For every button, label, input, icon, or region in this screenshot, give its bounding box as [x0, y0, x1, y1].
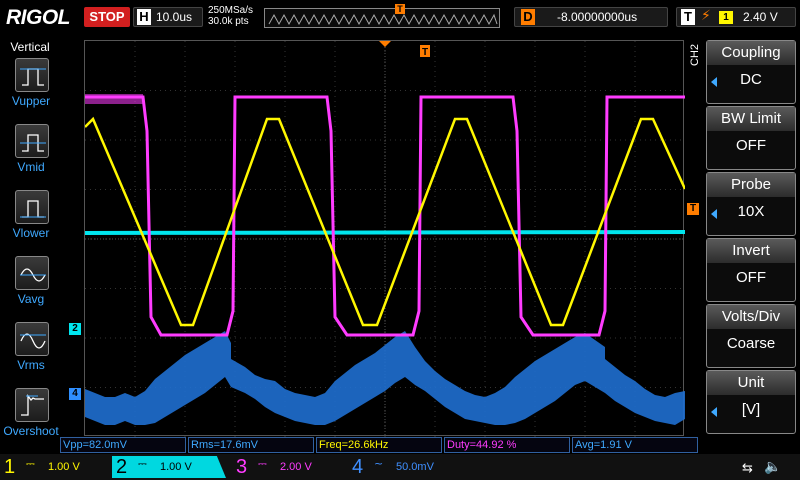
channel-number: 1 — [4, 456, 16, 478]
ch2-trace — [85, 230, 685, 235]
vavg-icon — [15, 256, 49, 290]
channel-4-tab[interactable]: 4 ~ 50.0mV — [348, 456, 458, 478]
ch4-offset-marker[interactable]: 4 — [69, 388, 81, 400]
vlower-icon — [15, 190, 49, 224]
measurement-vpp[interactable]: Vpp=82.0mV — [60, 437, 186, 453]
menu-unit[interactable]: Unit [V] — [706, 370, 796, 434]
trigger-setting[interactable]: T ⚡ 1 2.40 V — [676, 7, 796, 27]
menu-volts-div-title: Volts/Div — [707, 305, 795, 329]
menu-invert-title: Invert — [707, 239, 795, 263]
usb-icon: ⇆ — [742, 461, 753, 476]
speaker-muted-icon[interactable]: 🔈 — [764, 459, 781, 475]
menu-item-label: Vlower — [12, 226, 50, 240]
run-stop-indicator[interactable]: STOP — [84, 7, 130, 27]
menu-item-vupper[interactable]: Vupper — [4, 58, 58, 122]
menu-probe[interactable]: Probe 10X — [706, 172, 796, 236]
menu-item-overshoot[interactable]: Overshoot — [3, 388, 59, 452]
trigger-source: 1 — [719, 11, 733, 24]
measurement-bar: Vpp=82.0mV Rms=17.6mV Freq=26.6kHz Duty=… — [60, 437, 700, 453]
vrms-icon — [15, 322, 49, 356]
overshoot-icon — [15, 388, 49, 422]
memory-overview-wave — [268, 13, 498, 26]
menu-bw-limit-value: OFF — [736, 137, 766, 154]
menu-volts-div[interactable]: Volts/Div Coarse — [706, 304, 796, 368]
channel-scale: 1.00 V — [160, 461, 192, 473]
memory-depth: 30.0k pts — [208, 16, 249, 27]
trigger-level: 2.40 V — [743, 10, 778, 24]
brand-logo: RIGOL — [6, 6, 71, 29]
menu-bw-limit-title: BW Limit — [707, 107, 795, 131]
channel-status-bar: 1 ⎓ 1.00 V 2 ⎓ 1.00 V 3 ⎓ 2.00 V 4 ~ 50.… — [0, 454, 800, 480]
menu-coupling-title: Coupling — [707, 41, 795, 65]
menu-item-label: Vrms — [17, 358, 45, 372]
acquisition-info: 250MSa/s 30.0k pts — [208, 5, 253, 27]
horizontal-scale[interactable]: H 10.0us — [133, 7, 203, 27]
trigger-position-marker: T — [379, 41, 430, 58]
menu-title: Vertical — [10, 40, 50, 54]
channel-number: 4 — [352, 456, 364, 478]
menu-item-vmid[interactable]: Vmid — [4, 124, 58, 188]
delay-label: D — [521, 9, 535, 25]
memory-waveform-overview — [264, 8, 500, 28]
sample-rate: 250MSa/s — [208, 5, 254, 16]
channel-settings-menu: Coupling DC BW Limit OFF Probe 10X Inver… — [700, 36, 800, 454]
menu-unit-title: Unit — [707, 371, 795, 395]
menu-unit-value: [V] — [741, 401, 761, 418]
dc-coupling-icon: ⎓ — [138, 457, 147, 470]
trigger-level-marker[interactable]: T — [687, 203, 699, 215]
measurement-avg[interactable]: Avg=1.91 V — [572, 437, 698, 453]
measurement-freq[interactable]: Freq=26.6kHz — [316, 437, 442, 453]
menu-probe-title: Probe — [707, 173, 795, 197]
measurement-duty[interactable]: Duty=44.92 % — [444, 437, 570, 453]
menu-item-label: Vmid — [17, 160, 45, 174]
memory-trigger-marker: T — [395, 4, 405, 14]
svg-text:T: T — [422, 47, 428, 58]
menu-probe-value: 10X — [737, 203, 765, 220]
channel-scale: 1.00 V — [48, 461, 80, 473]
ch2-offset-marker[interactable]: 2 — [69, 323, 81, 335]
menu-item-label: Overshoot — [3, 424, 59, 438]
measurement-rms[interactable]: Rms=17.6mV — [188, 437, 314, 453]
channel-number: 2 — [116, 456, 128, 478]
menu-coupling[interactable]: Coupling DC — [706, 40, 796, 104]
channel-number: 3 — [236, 456, 248, 478]
delay-setting[interactable]: D -8.00000000us — [514, 7, 668, 27]
menu-item-label: Vavg — [17, 292, 45, 306]
channel-2-tab[interactable]: 2 ⎓ 1.00 V — [112, 456, 226, 478]
menu-invert[interactable]: Invert OFF — [706, 238, 796, 302]
waveform-display[interactable]: T T 2 4 — [69, 40, 699, 437]
horizontal-label: H — [137, 9, 151, 25]
waveform-canvas: T — [85, 41, 685, 437]
menu-coupling-value: DC — [740, 71, 762, 88]
menu-item-vavg[interactable]: Vavg — [4, 256, 58, 320]
vupper-icon — [15, 58, 49, 92]
channel-1-tab[interactable]: 1 ⎓ 1.00 V — [0, 456, 110, 478]
dc-coupling-icon: ⎓ — [258, 457, 267, 470]
menu-item-vlower[interactable]: Vlower — [4, 190, 58, 254]
dc-coupling-icon: ⎓ — [26, 457, 35, 470]
menu-bw-limit[interactable]: BW Limit OFF — [706, 106, 796, 170]
channel-scale: 2.00 V — [280, 461, 312, 473]
ac-coupling-icon: ~ — [374, 457, 384, 470]
trigger-label: T — [681, 9, 695, 25]
horizontal-timebase: 10.0us — [156, 10, 193, 24]
menu-item-vrms[interactable]: Vrms — [4, 322, 58, 386]
top-status-bar: RIGOL STOP H 10.0us 250MSa/s 30.0k pts T… — [0, 0, 800, 36]
menu-invert-value: OFF — [736, 269, 766, 286]
menu-item-label: Vupper — [11, 94, 51, 108]
channel-3-tab[interactable]: 3 ⎓ 2.00 V — [232, 456, 342, 478]
channel-scale: 50.0mV — [396, 461, 434, 473]
delay-offset: -8.00000000us — [557, 10, 638, 24]
vertical-measure-menu: Vertical Vupper Vmid Vlower Vavg Vrms Ov — [0, 36, 60, 456]
menu-volts-div-value: Coarse — [726, 335, 776, 352]
vmid-icon — [15, 124, 49, 158]
rising-edge-icon: ⚡ — [701, 8, 711, 24]
